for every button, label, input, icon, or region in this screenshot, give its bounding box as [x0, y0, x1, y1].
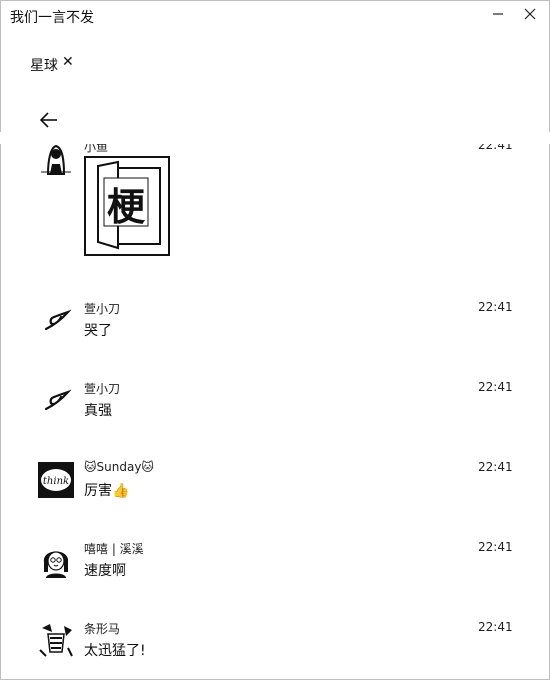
- thumbs-up-icon: 👍: [112, 483, 130, 499]
- sticker-text: 梗: [107, 185, 146, 229]
- message-text-content: 厉害: [84, 483, 112, 499]
- message-text: 速度啊: [84, 563, 126, 579]
- message-item: 条形马 22:41 太迅猛了!: [0, 620, 550, 682]
- message-item: 萱小刀 22:41 哭了: [0, 300, 550, 362]
- nickname: 嘻嘻 | 溪溪: [84, 542, 144, 556]
- cat-face-icon: 🐱: [141, 460, 154, 474]
- girl-cartoon-icon: [43, 551, 69, 578]
- cat-face-icon: 🐱: [84, 460, 97, 474]
- nickname: 萱小刀: [84, 302, 121, 316]
- nickname: 条形马: [84, 622, 121, 636]
- nickname-text: Sunday: [96, 460, 142, 474]
- zebra-icon: [38, 622, 74, 658]
- title-bar: 我们一言不发: [0, 0, 550, 32]
- tab-close-button[interactable]: ✕: [62, 54, 74, 70]
- timestamp: 22:41: [478, 540, 513, 554]
- message-text: 太迅猛了!: [84, 643, 146, 659]
- timestamp: 22:41: [478, 620, 513, 634]
- tab-planet[interactable]: 星球: [30, 55, 58, 75]
- avatar[interactable]: [38, 382, 74, 418]
- think-text-avatar: think: [38, 462, 74, 498]
- back-button[interactable]: [37, 110, 61, 130]
- message-item: 小鱼 22:41 梗: [0, 138, 550, 256]
- avatar[interactable]: [38, 622, 74, 658]
- scroll-clip: [0, 132, 550, 144]
- avatar-text: think: [43, 476, 69, 487]
- swoosh-logo-icon: [44, 309, 72, 331]
- message-text: 哭了: [84, 323, 112, 339]
- timestamp: 22:41: [478, 300, 513, 314]
- avatar[interactable]: [38, 302, 74, 338]
- message-item: 嘻嘻 | 溪溪 22:41 速度啊: [0, 540, 550, 602]
- nickname: 萱小刀: [84, 382, 121, 396]
- close-window-button[interactable]: [518, 4, 542, 24]
- nickname: 🐱Sunday🐱: [84, 460, 154, 474]
- back-arrow-icon: [39, 112, 57, 128]
- window-title: 我们一言不发: [10, 10, 94, 26]
- girl-silhouette-icon: [38, 140, 74, 176]
- message-text: 真强: [84, 403, 112, 419]
- timestamp: 22:41: [478, 460, 513, 474]
- avatar[interactable]: think: [38, 462, 74, 498]
- minimize-icon: [493, 13, 503, 15]
- avatar[interactable]: [38, 140, 74, 176]
- sticker-graphic: 梗: [84, 156, 170, 256]
- message-text: 厉害👍: [84, 480, 129, 500]
- timestamp: 22:41: [478, 380, 513, 394]
- message-item: 萱小刀 22:41 真强: [0, 380, 550, 442]
- avatar[interactable]: [38, 542, 74, 578]
- swoosh-logo-icon: [44, 389, 72, 411]
- close-icon: [524, 8, 536, 20]
- message-item: think 🐱Sunday🐱 22:41 厉害👍: [0, 460, 550, 522]
- minimize-button[interactable]: [486, 4, 510, 24]
- sticker-image[interactable]: 梗: [84, 156, 170, 256]
